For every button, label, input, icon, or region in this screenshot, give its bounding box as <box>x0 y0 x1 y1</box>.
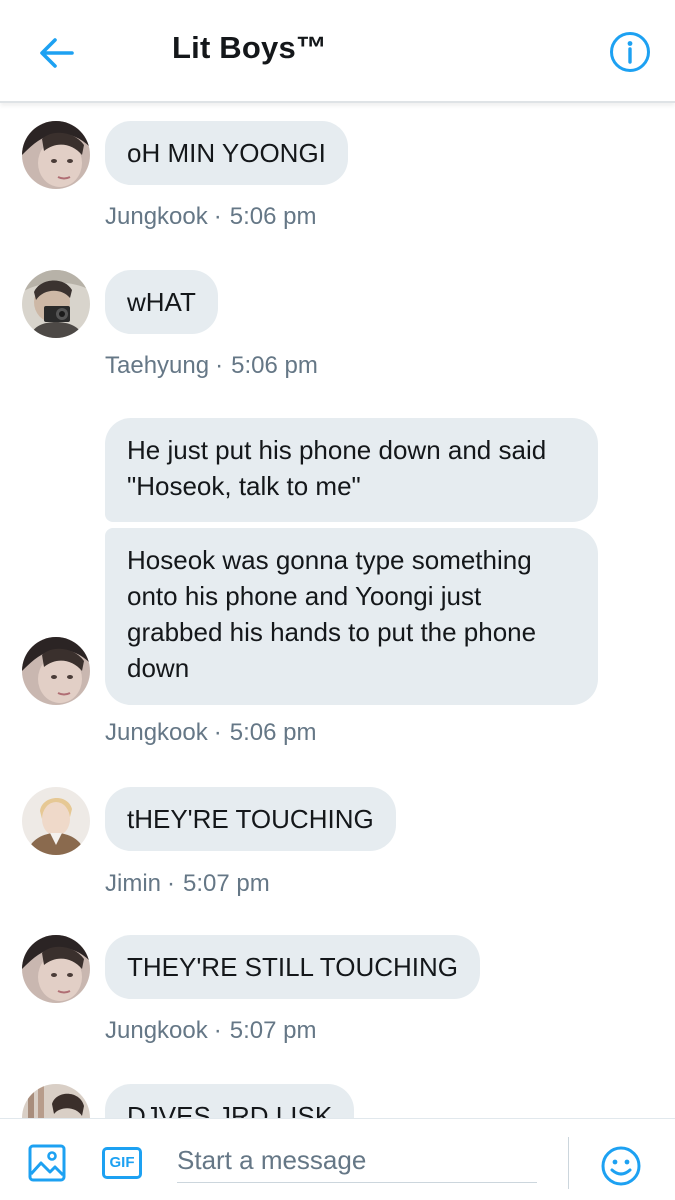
message-bubble[interactable]: tHEY'RE TOUCHING <box>105 787 396 851</box>
gif-button[interactable]: GIF <box>102 1147 142 1179</box>
sender-name: Jungkook <box>105 203 208 230</box>
message-meta: Jungkook · 5:06 pm <box>105 203 317 230</box>
add-photo-button[interactable] <box>28 1144 66 1182</box>
message-thread[interactable]: oH MIN YOONGI Jungkook · 5:06 pm wHAT Taeh… <box>0 105 675 1118</box>
message-bubble[interactable]: Hoseok was gonna type something onto his… <box>105 528 598 705</box>
avatar[interactable] <box>22 637 90 705</box>
message-input[interactable] <box>177 1139 537 1183</box>
message-bubble[interactable]: He just put his phone down and said "Hos… <box>105 418 598 522</box>
message-meta: Taehyung · 5:06 pm <box>105 352 318 379</box>
message-composer: GIF <box>0 1118 675 1200</box>
message-time: 5:06 pm <box>229 719 317 746</box>
message-bubble[interactable]: THEY'RE STILL TOUCHING <box>105 935 480 999</box>
message-time: 5:06 pm <box>231 352 318 379</box>
conversation-header: Lit Boys™ <box>0 0 675 103</box>
message-time: 5:07 pm <box>229 1017 317 1044</box>
sender-name: Jungkook <box>105 1017 208 1044</box>
conversation-title: Lit Boys™ <box>172 30 328 65</box>
info-icon <box>610 32 650 72</box>
avatar[interactable] <box>22 270 90 338</box>
message-time: 5:07 pm <box>183 870 270 897</box>
composer-divider <box>568 1137 569 1189</box>
message-time: 5:06 pm <box>229 203 317 230</box>
message-bubble[interactable]: oH MIN YOONGI <box>105 121 348 185</box>
arrow-left-icon <box>40 38 74 68</box>
message-meta: Jungkook · 5:07 pm <box>105 1017 317 1044</box>
message-meta: Jungkook · 5:06 pm <box>105 719 317 746</box>
sender-name: Jimin <box>105 870 162 897</box>
sender-name: Jungkook <box>105 719 208 746</box>
message-bubble[interactable]: DJVES JRD LISK <box>105 1084 355 1118</box>
sender-name: Taehyung <box>105 352 210 379</box>
emoji-icon <box>601 1146 641 1186</box>
image-icon <box>28 1144 66 1182</box>
avatar[interactable] <box>22 935 90 1003</box>
emoji-button[interactable] <box>600 1146 642 1200</box>
back-button[interactable] <box>36 32 78 74</box>
avatar[interactable] <box>22 787 90 855</box>
message-meta: Jimin · 5:07 pm <box>105 870 270 897</box>
avatar[interactable] <box>22 121 90 189</box>
message-bubble[interactable]: wHAT <box>105 270 218 334</box>
avatar[interactable] <box>22 1084 90 1118</box>
info-button[interactable] <box>608 30 652 74</box>
